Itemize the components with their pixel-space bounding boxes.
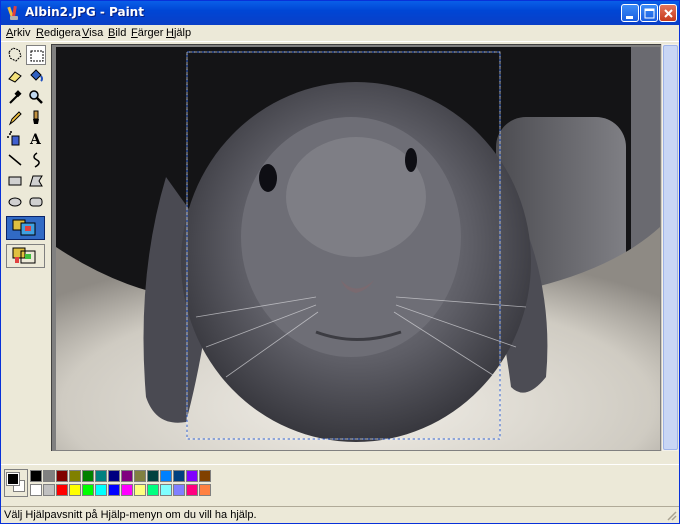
- resize-grip-icon[interactable]: [665, 509, 677, 521]
- selection-opaque-option[interactable]: [6, 216, 45, 240]
- rectangle-tool[interactable]: [5, 171, 25, 191]
- transparent-selection-icon: [12, 247, 36, 264]
- color-swatch[interactable]: [134, 470, 146, 482]
- color-swatch[interactable]: [43, 470, 55, 482]
- close-button[interactable]: [659, 4, 677, 22]
- rounded-rectangle-tool[interactable]: [26, 192, 46, 212]
- minimize-icon: [626, 16, 633, 19]
- pencil-icon: [8, 111, 22, 126]
- free-form-select-icon: [8, 47, 22, 62]
- curve-tool[interactable]: [26, 150, 46, 170]
- close-icon: [664, 9, 673, 18]
- menu-farger[interactable]: Färger: [131, 27, 163, 39]
- pick-color-tool[interactable]: [5, 87, 25, 107]
- current-colors[interactable]: [4, 469, 28, 497]
- menu-hjalp[interactable]: Hjälp: [166, 27, 191, 39]
- status-text: Välj Hjälpavsnitt på Hjälp-menyn om du v…: [4, 509, 257, 521]
- color-swatch[interactable]: [69, 484, 81, 496]
- color-swatch[interactable]: [108, 484, 120, 496]
- color-swatch[interactable]: [173, 470, 185, 482]
- color-swatch[interactable]: [173, 484, 185, 496]
- svg-text:A: A: [29, 132, 42, 148]
- menu-redigera[interactable]: Redigera: [36, 27, 81, 39]
- paint-window: Albin2.JPG - Paint Arkiv Redigera Visa B…: [0, 0, 680, 524]
- maximize-button[interactable]: [640, 4, 658, 22]
- brush-tool[interactable]: [26, 108, 46, 128]
- color-swatch[interactable]: [82, 470, 94, 482]
- free-form-select-tool[interactable]: [5, 45, 25, 65]
- polygon-icon: [29, 175, 43, 187]
- maximize-icon: [644, 8, 655, 19]
- color-swatch[interactable]: [95, 484, 107, 496]
- color-swatch[interactable]: [134, 484, 146, 496]
- scrollbar-thumb[interactable]: [663, 45, 678, 450]
- color-swatch[interactable]: [56, 470, 68, 482]
- color-swatch[interactable]: [30, 484, 42, 496]
- color-swatch[interactable]: [160, 470, 172, 482]
- fill-tool[interactable]: [26, 66, 46, 86]
- eraser-icon: [8, 71, 22, 83]
- color-swatch[interactable]: [108, 470, 120, 482]
- selection-transparent-option[interactable]: [6, 244, 45, 268]
- color-swatch[interactable]: [147, 484, 159, 496]
- window-title: Albin2.JPG - Paint: [25, 5, 144, 19]
- line-icon: [8, 154, 22, 166]
- photo-image: [56, 47, 660, 450]
- color-swatch[interactable]: [43, 484, 55, 496]
- color-swatch[interactable]: [160, 484, 172, 496]
- curve-icon: [33, 152, 40, 168]
- magnifier-icon: [29, 90, 43, 104]
- color-swatch[interactable]: [147, 470, 159, 482]
- rabbit-photo[interactable]: [56, 47, 660, 450]
- color-palette: [1, 464, 679, 504]
- color-swatch[interactable]: [30, 470, 42, 482]
- color-swatch[interactable]: [186, 470, 198, 482]
- paint-app-icon: [7, 5, 18, 20]
- color-swatch[interactable]: [199, 470, 211, 482]
- foreground-color[interactable]: [6, 472, 20, 486]
- paint-bucket-icon: [30, 69, 43, 82]
- airbrush-icon: [7, 131, 20, 146]
- pencil-tool[interactable]: [5, 108, 25, 128]
- minimize-button[interactable]: [621, 4, 639, 22]
- eyedropper-icon: [9, 90, 22, 104]
- canvas-area[interactable]: [51, 44, 661, 451]
- color-swatch[interactable]: [82, 484, 94, 496]
- opaque-selection-icon: [12, 219, 36, 236]
- title-bar[interactable]: Albin2.JPG - Paint: [1, 1, 679, 25]
- polygon-tool[interactable]: [26, 171, 46, 191]
- menu-arkiv[interactable]: Arkiv: [6, 27, 30, 39]
- rectangle-select-icon: [30, 50, 44, 62]
- eraser-tool[interactable]: [5, 66, 25, 86]
- ellipse-tool[interactable]: [5, 192, 25, 212]
- color-swatch[interactable]: [95, 470, 107, 482]
- color-swatch[interactable]: [56, 484, 68, 496]
- color-swatch[interactable]: [69, 470, 81, 482]
- rectangle-icon: [8, 176, 22, 186]
- toolbox: A: [3, 44, 49, 464]
- menu-bar: Arkiv Redigera Visa Bild Färger Hjälp: [1, 25, 679, 42]
- color-swatch[interactable]: [121, 484, 133, 496]
- select-tool[interactable]: [26, 45, 46, 65]
- brush-icon: [33, 110, 39, 124]
- magnifier-tool[interactable]: [26, 87, 46, 107]
- menu-visa[interactable]: Visa: [82, 27, 103, 39]
- menu-bild[interactable]: Bild: [108, 27, 126, 39]
- airbrush-tool[interactable]: [5, 129, 25, 149]
- color-swatch[interactable]: [186, 484, 198, 496]
- vertical-scrollbar[interactable]: [661, 44, 678, 451]
- line-tool[interactable]: [5, 150, 25, 170]
- text-icon: A: [29, 132, 42, 148]
- text-tool[interactable]: A: [26, 129, 46, 149]
- color-swatch[interactable]: [199, 484, 211, 496]
- color-swatch[interactable]: [121, 470, 133, 482]
- status-bar: Välj Hjälpavsnitt på Hjälp-menyn om du v…: [1, 506, 679, 523]
- rounded-rectangle-icon: [29, 197, 43, 207]
- ellipse-icon: [8, 197, 22, 207]
